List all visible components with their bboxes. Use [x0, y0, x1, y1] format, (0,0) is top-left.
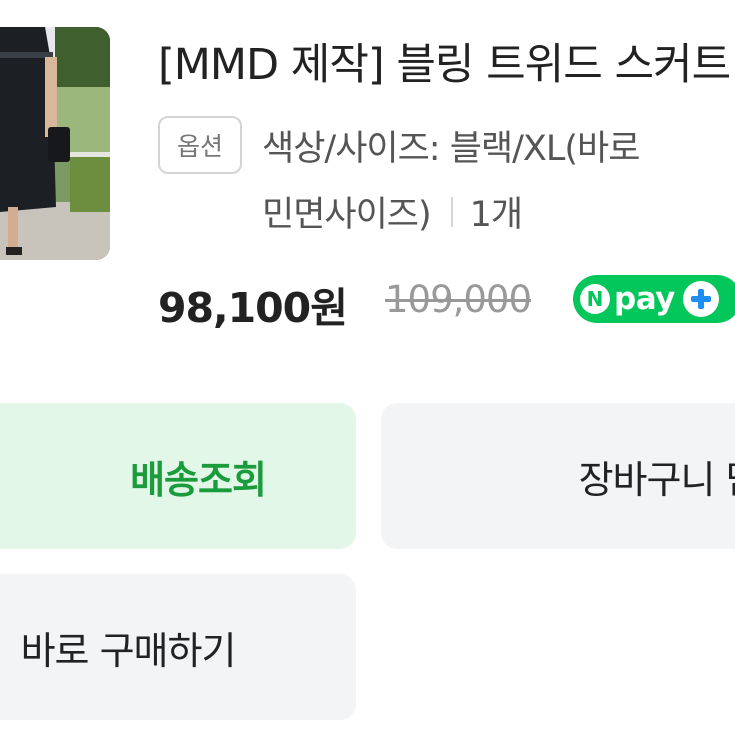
- track-delivery-button[interactable]: 배송조회: [0, 403, 356, 549]
- npay-plus-badge: N pay: [573, 275, 735, 323]
- option-badge: 옵션: [158, 116, 242, 174]
- plus-icon: [682, 281, 719, 317]
- order-item-card: [MMD 제작] 블링 트위드 스커트 옵션 색상/사이즈: 블랙/XL(바로 …: [0, 0, 735, 735]
- option-text-line2: 민면사이즈) 1개: [262, 186, 523, 237]
- track-delivery-label: 배송조회: [130, 457, 267, 502]
- option-size-detail: 민면사이즈): [262, 195, 432, 235]
- buy-now-button[interactable]: 바로 구매하기: [0, 574, 356, 720]
- original-price: 109,000: [385, 278, 532, 321]
- option-text-line1: 색상/사이즈: 블랙/XL(바로: [262, 129, 640, 169]
- buy-now-label: 바로 구매하기: [20, 628, 237, 673]
- product-thumbnail[interactable]: [0, 27, 110, 260]
- npay-n-icon: N: [580, 284, 610, 314]
- quantity-text: 1개: [469, 195, 523, 235]
- option-divider: [450, 196, 453, 227]
- npay-label: pay: [614, 281, 675, 317]
- add-to-cart-label: 장바구니 담기: [578, 457, 735, 502]
- add-to-cart-button[interactable]: 장바구니 담기: [381, 403, 735, 549]
- sale-price: 98,100원: [158, 284, 348, 332]
- product-photo: [0, 27, 110, 260]
- product-title[interactable]: [MMD 제작] 블링 트위드 스커트: [158, 30, 731, 92]
